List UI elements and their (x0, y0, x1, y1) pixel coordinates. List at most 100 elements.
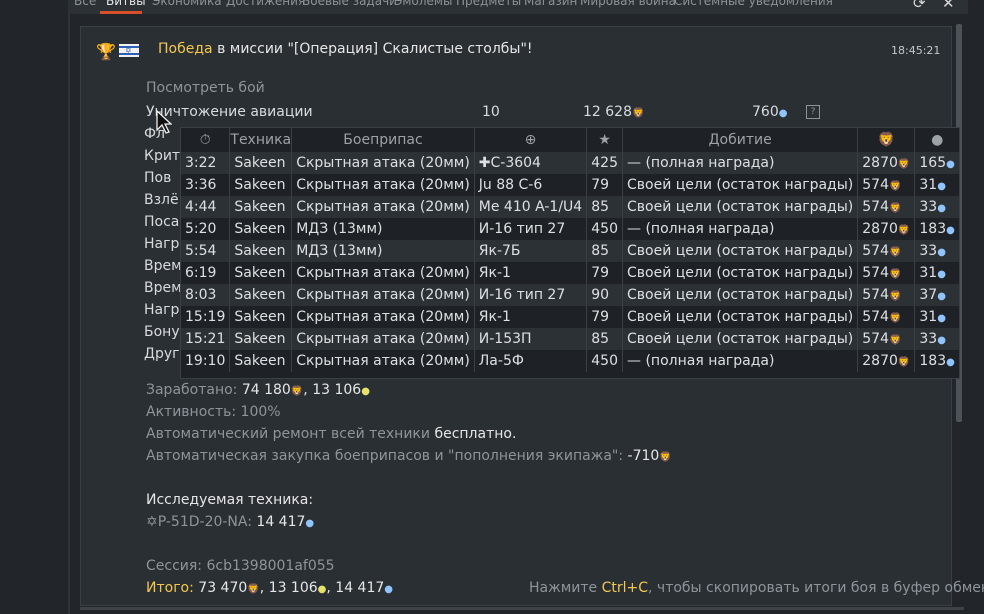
research-point-icon: ● (937, 291, 946, 302)
table-row: 6:19 Sakeen Скрытная атака (20мм) Як-1 79 Сво… (181, 262, 959, 284)
kill-ammo: Скрытная атака (20мм) (291, 262, 475, 284)
research-point-icon: ● (937, 203, 946, 214)
column-header-ammo: Боеприпас (291, 128, 475, 152)
kill-vehicle: Sakeen (229, 306, 293, 328)
tab-economy[interactable]: Экономика (152, 0, 222, 8)
kill-target: ✚С-3604 (474, 152, 588, 174)
table-row: 15:21 Sakeen Скрытная атака (20мм) И-153П 85… (181, 328, 959, 350)
tab-all[interactable]: Все (74, 0, 96, 8)
kill-score: 79 (586, 262, 624, 284)
kill-silver: 2870🦁 (857, 152, 916, 174)
total-rp: 14 417 (335, 580, 385, 596)
kill-score: 85 (586, 196, 624, 218)
ammo-value: -710 (627, 448, 660, 464)
tab-emblems[interactable]: Эмблемы (394, 0, 452, 8)
kill-silver: 574🦁 (857, 328, 916, 350)
table-row: 5:20 Sakeen МДЗ (13мм) И-16 тип 27 450— (пол… (181, 218, 959, 240)
tab-world-war[interactable]: Мировая война (580, 0, 676, 8)
kill-target: И-153П (474, 328, 588, 350)
session-id: 6cb1398001af055 (206, 558, 335, 574)
kill-score: 79 (586, 174, 624, 196)
stopwatch-icon: ⏱ (181, 128, 231, 152)
kill-finish: Своей цели (остаток награды) (622, 240, 859, 262)
tab-battle-tasks[interactable]: Боевые задачи (302, 0, 397, 8)
research-point-icon: ● (931, 132, 944, 148)
research-point-icon: ● (946, 225, 955, 236)
silver-lion-icon: 🦁 (659, 452, 672, 463)
kill-ammo: Скрытная атака (20мм) (291, 350, 475, 372)
tab-system-notifications[interactable]: Системные уведомления (674, 0, 833, 8)
table-row: 5:54 Sakeen МДЗ (13мм) Як-7Б 85 Своей цели (о… (181, 240, 959, 262)
kill-time: 19:10 (181, 350, 231, 372)
hidden-row-label: Нагр (144, 302, 180, 318)
kill-finish: — (полная награда) (622, 218, 859, 240)
kill-silver: 574🦁 (857, 284, 916, 306)
close-icon[interactable]: ✕ (942, 0, 955, 12)
kill-finish: Своей цели (остаток награды) (622, 196, 859, 218)
refresh-icon[interactable]: ⟳ (913, 0, 926, 12)
kill-target: Як-1 (474, 262, 588, 284)
total-silver: 73 470 (198, 580, 248, 596)
kill-target: Me 410 A-1/U4 (474, 196, 588, 218)
kill-score: 450 (586, 350, 624, 372)
kill-target: И-16 тип 27 (474, 218, 588, 240)
kill-rp: 165● (914, 152, 959, 174)
silver-lion-icon: 🦁 (857, 128, 916, 152)
tab-battles[interactable]: Битвы (106, 0, 146, 8)
view-battle-link[interactable]: Посмотреть бой (146, 80, 265, 96)
kill-target: Ла-5Ф (474, 350, 588, 372)
kill-score: 85 (586, 328, 624, 350)
kill-time: 3:36 (181, 174, 231, 196)
hidden-row-label: Бону (144, 324, 180, 340)
kill-silver: 574🦁 (857, 196, 916, 218)
kill-time: 5:20 (181, 218, 231, 240)
silver-lion-icon: 🦁 (888, 247, 902, 258)
kill-vehicle: Sakeen (229, 218, 293, 240)
tab-achievements[interactable]: Достижения (226, 0, 305, 8)
hidden-row-label: Крит (144, 148, 181, 164)
kill-vehicle: Sakeen (229, 284, 293, 306)
kill-finish: — (полная награда) (622, 350, 859, 372)
hidden-row-label: Поса (144, 214, 180, 230)
research-point-icon: ● (305, 518, 315, 529)
research-point-icon: ● (937, 335, 946, 346)
tab-items[interactable]: Предметы (456, 0, 521, 8)
golden-eagle-icon: ● (361, 386, 370, 397)
kill-time: 4:44 (181, 196, 231, 218)
hidden-row-label: Взлё (144, 192, 179, 208)
active-tab-indicator (100, 11, 142, 14)
kill-rp: 183● (919, 221, 955, 237)
hidden-row-label: Нагр (144, 236, 180, 252)
ctrl-c-key: Ctrl+C (601, 580, 649, 596)
silver-lion-icon: 🦁 (888, 335, 902, 346)
kill-ammo: МДЗ (13мм) (291, 218, 475, 240)
silver-lion-icon: 🦁 (897, 159, 911, 170)
help-icon[interactable]: ? (806, 105, 820, 119)
mission-name: в миссии "[Операция] Скалистые столбы"! (217, 41, 533, 57)
research-point-icon: ● (778, 108, 788, 119)
research-point-icon: ● (937, 269, 946, 280)
table-row: 3:22 Sakeen Скрытная атака (20мм) ✚С-3604 42… (181, 152, 959, 174)
kill-silver: 574🦁 (857, 306, 916, 328)
kill-vehicle: Sakeen (229, 350, 293, 372)
kill-target: Ju 88 C-6 (474, 174, 588, 196)
kill-rp: 33● (914, 240, 959, 262)
kill-time: 5:54 (181, 240, 231, 262)
kill-finish: Своей цели (остаток награды) (622, 174, 859, 196)
activity-value: 100% (240, 404, 281, 420)
research-point-icon: ● (937, 247, 946, 258)
kill-ammo: Скрытная атака (20мм) (291, 152, 475, 174)
kill-rp: 31● (919, 177, 946, 193)
victory-label: Победа (158, 41, 213, 57)
earned-line: Заработано: 74 180🦁, 13 106● (146, 382, 370, 398)
mail-tab-bar: Все Битвы Экономика Достижения Боевые за… (68, 0, 968, 14)
repair-line: Автоматический ремонт всей техники беспл… (146, 426, 517, 442)
earned-gold: 13 106 (312, 382, 362, 398)
silver-lion-icon: 🦁 (290, 386, 304, 397)
tab-shop[interactable]: Магазин (524, 0, 577, 8)
kill-target: И-16 тип 27 (474, 284, 588, 306)
silver-lion-icon: 🦁 (247, 584, 260, 595)
kill-score: 450 (586, 218, 624, 240)
kill-ammo: Скрытная атака (20мм) (291, 328, 475, 350)
research-point-icon: ● (937, 181, 946, 192)
